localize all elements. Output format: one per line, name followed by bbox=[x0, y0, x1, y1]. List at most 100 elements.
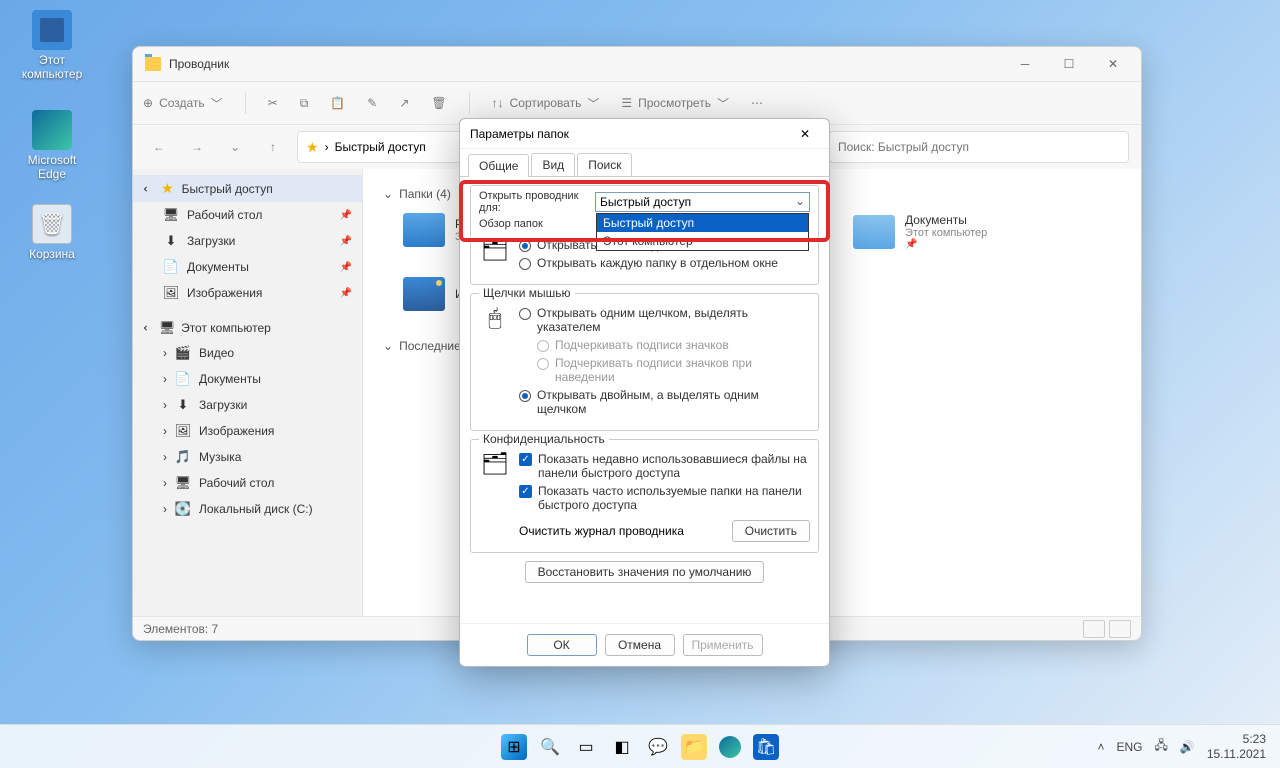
folder-item[interactable]: И bbox=[403, 277, 464, 311]
radio-new-window[interactable] bbox=[519, 258, 531, 270]
sidebar-item-pictures[interactable]: ›🖼Изображения bbox=[133, 418, 362, 444]
radio-single-click[interactable] bbox=[519, 308, 531, 320]
check-recent-files[interactable] bbox=[519, 453, 532, 466]
chevron-down-icon: ⌄ bbox=[383, 339, 393, 353]
restore-defaults-button[interactable]: Восстановить значения по умолчанию bbox=[525, 561, 765, 583]
chevron-right-icon: › bbox=[163, 398, 167, 412]
start-button[interactable]: ⊞ bbox=[501, 734, 527, 760]
folder-item[interactable]: РЗ bbox=[403, 213, 463, 247]
view-icons-button[interactable] bbox=[1109, 620, 1131, 638]
cancel-button[interactable]: Отмена bbox=[605, 634, 675, 656]
radio-underline-always bbox=[537, 340, 549, 352]
apply-button[interactable]: Применить bbox=[683, 634, 763, 656]
taskbar-explorer[interactable]: 📁 bbox=[681, 734, 707, 760]
desktop-icon-edge[interactable]: Microsoft Edge bbox=[14, 110, 90, 181]
sidebar-item-documents[interactable]: 📄Документы📌 bbox=[133, 254, 362, 280]
sidebar-item-music[interactable]: ›🎵Музыка bbox=[133, 444, 362, 470]
more-button[interactable]: ⋯ bbox=[751, 96, 763, 110]
sidebar-item-videos[interactable]: ›🎬Видео bbox=[133, 340, 362, 366]
paste-button[interactable]: 📋 bbox=[330, 96, 345, 110]
desktop-icon-recycle-bin[interactable]: Корзина bbox=[14, 204, 90, 261]
clear-history-label: Очистить журнал проводника bbox=[519, 524, 684, 538]
share-button[interactable]: ↗ bbox=[399, 96, 409, 110]
view-details-button[interactable] bbox=[1083, 620, 1105, 638]
click-icon: 🖱 bbox=[479, 302, 511, 334]
window-title: Проводник bbox=[169, 57, 229, 71]
taskbar-edge[interactable] bbox=[717, 734, 743, 760]
chevron-right-icon: › bbox=[163, 476, 167, 490]
tab-general[interactable]: Общие bbox=[468, 154, 529, 177]
dialog-title: Параметры папок bbox=[470, 127, 569, 141]
privacy-icon: 🗂 bbox=[479, 448, 511, 480]
recent-button[interactable]: ⌄ bbox=[221, 133, 249, 161]
tray-chevron-icon[interactable]: ˄ bbox=[1097, 740, 1104, 754]
tray-language[interactable]: ENG bbox=[1116, 740, 1142, 754]
dialog-titlebar[interactable]: Параметры папок ✕ bbox=[460, 119, 829, 149]
check-frequent-folders[interactable] bbox=[519, 485, 532, 498]
sidebar-quick-access[interactable]: ⌄ ★ Быстрый доступ bbox=[133, 175, 362, 202]
close-button[interactable]: ✕ bbox=[1091, 49, 1135, 79]
clear-button[interactable]: Очистить bbox=[732, 520, 810, 542]
sidebar: ⌄ ★ Быстрый доступ 🖥Рабочий стол📌 ⬇Загру… bbox=[133, 169, 363, 616]
up-button[interactable]: ↑ bbox=[259, 133, 287, 161]
taskbar-taskview[interactable]: ▭ bbox=[573, 734, 599, 760]
sidebar-item-desktop[interactable]: 🖥Рабочий стол📌 bbox=[133, 202, 362, 228]
radio-same-window[interactable] bbox=[519, 240, 531, 252]
sidebar-item-pictures[interactable]: 🖼Изображения📌 bbox=[133, 280, 362, 306]
desktop-icon-this-pc[interactable]: Этот компьютер bbox=[14, 10, 90, 81]
ok-button[interactable]: ОК bbox=[527, 634, 597, 656]
pin-icon: 📌 bbox=[905, 239, 987, 250]
pin-icon: 📌 bbox=[340, 288, 352, 299]
taskbar-chat[interactable]: 💬 bbox=[645, 734, 671, 760]
open-for-label: Открыть проводник для: bbox=[479, 190, 589, 214]
open-for-combo[interactable]: Быстрый доступ Быстрый доступ Этот компь… bbox=[595, 192, 810, 212]
disk-icon: 💽 bbox=[175, 501, 191, 517]
dropdown-option-thispc[interactable]: Этот компьютер bbox=[597, 232, 808, 250]
taskbar-widgets[interactable]: ◧ bbox=[609, 734, 635, 760]
new-button[interactable]: ⊕ Создать ﹀ bbox=[143, 95, 223, 112]
sidebar-item-desktop[interactable]: ›🖥Рабочий стол bbox=[133, 470, 362, 496]
delete-button[interactable]: 🗑 bbox=[431, 96, 446, 110]
chevron-right-icon: › bbox=[163, 502, 167, 516]
download-icon: ⬇ bbox=[163, 233, 179, 249]
pc-icon: 🖥 bbox=[159, 320, 175, 336]
desktop-icon: 🖥 bbox=[175, 475, 191, 491]
dialog-tabs: Общие Вид Поиск bbox=[460, 149, 829, 177]
titlebar[interactable]: Проводник ─ ☐ ✕ bbox=[133, 47, 1141, 81]
tab-search[interactable]: Поиск bbox=[577, 153, 632, 176]
maximize-button[interactable]: ☐ bbox=[1047, 49, 1091, 79]
pc-icon bbox=[32, 10, 72, 50]
rename-button[interactable]: ✎ bbox=[367, 96, 377, 110]
open-for-dropdown: Быстрый доступ Этот компьютер bbox=[596, 213, 809, 251]
minimize-button[interactable]: ─ bbox=[1003, 49, 1047, 79]
sidebar-this-pc[interactable]: ⌄ 🖥 Этот компьютер bbox=[133, 316, 362, 340]
sidebar-item-downloads[interactable]: ⬇Загрузки📌 bbox=[133, 228, 362, 254]
forward-button[interactable]: → bbox=[183, 133, 211, 161]
pictures-icon: 🖼 bbox=[175, 423, 191, 439]
chevron-right-icon: › bbox=[163, 424, 167, 438]
folder-item-documents[interactable]: ДокументыЭтот компьютер📌 bbox=[853, 213, 987, 250]
chevron-down-icon: ⌄ bbox=[141, 183, 155, 193]
sidebar-item-downloads[interactable]: ›⬇Загрузки bbox=[133, 392, 362, 418]
view-button[interactable]: ☰ Просмотреть ﹀ bbox=[621, 95, 729, 112]
tray-network-icon[interactable]: 🖧 bbox=[1154, 736, 1167, 757]
search-input[interactable] bbox=[829, 131, 1129, 163]
radio-double-click[interactable] bbox=[519, 390, 531, 402]
sidebar-item-localdisk[interactable]: ›💽Локальный диск (C:) bbox=[133, 496, 362, 522]
tab-view[interactable]: Вид bbox=[531, 153, 575, 176]
sort-button[interactable]: ↑↓ Сортировать ﹀ bbox=[492, 95, 600, 112]
taskbar-search[interactable]: 🔍 bbox=[537, 734, 563, 760]
address-text: Быстрый доступ bbox=[335, 140, 426, 154]
explorer-icon bbox=[145, 57, 161, 71]
tray-clock[interactable]: 5:23 15.11.2021 bbox=[1207, 732, 1266, 761]
back-button[interactable]: ← bbox=[145, 133, 173, 161]
music-icon: 🎵 bbox=[175, 449, 191, 465]
dialog-close-button[interactable]: ✕ bbox=[791, 122, 819, 146]
tray-volume-icon[interactable]: 🔊 bbox=[1180, 740, 1195, 754]
taskbar-store[interactable]: 🛍 bbox=[753, 734, 779, 760]
sidebar-item-documents[interactable]: ›📄Документы bbox=[133, 366, 362, 392]
dropdown-option-quick[interactable]: Быстрый доступ bbox=[597, 214, 808, 232]
cut-button[interactable]: ✂ bbox=[268, 96, 278, 110]
copy-button[interactable]: ⧉ bbox=[300, 96, 309, 111]
folder-window-icon: 🗂 bbox=[479, 234, 511, 266]
